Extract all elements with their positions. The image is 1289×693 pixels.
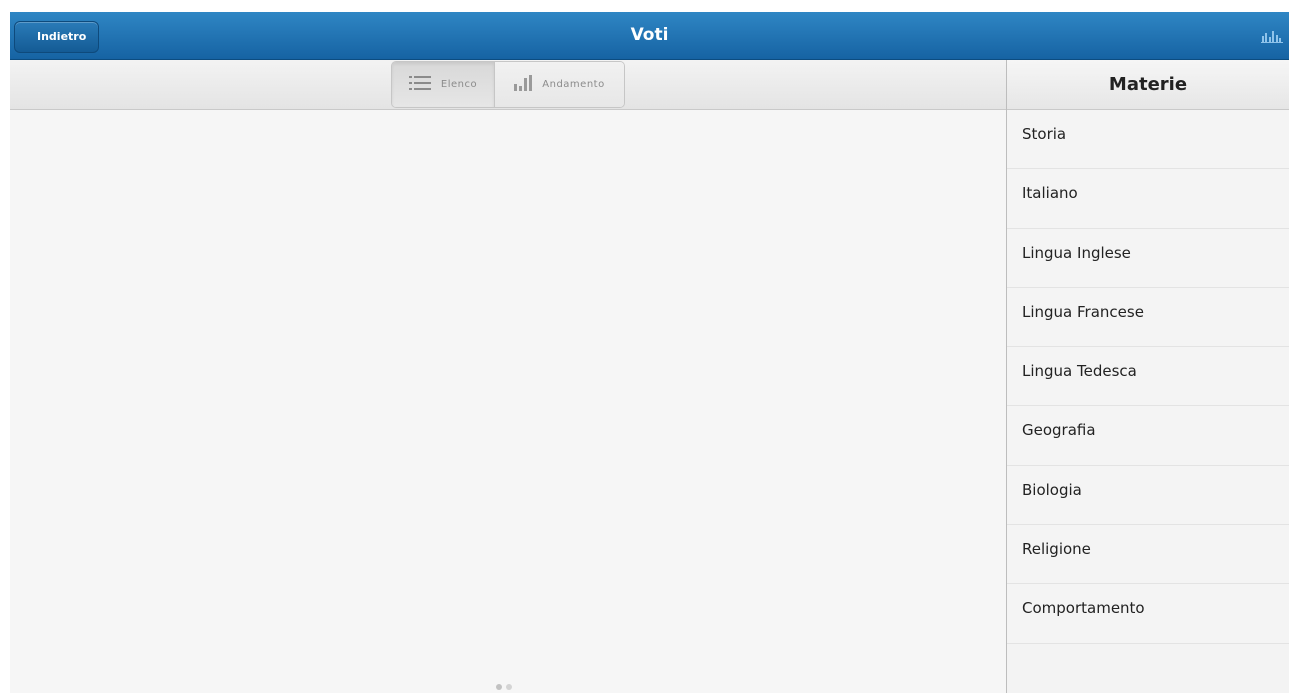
- sidebar-title: Materie: [1007, 60, 1289, 110]
- page-dot[interactable]: [496, 684, 502, 690]
- subject-item-italiano[interactable]: Italiano: [1007, 169, 1289, 229]
- view-toolbar: Elenco Andamento: [10, 60, 1006, 110]
- subject-item-religione[interactable]: Religione: [1007, 525, 1289, 585]
- subject-item-lingua-tedesca[interactable]: Lingua Tedesca: [1007, 347, 1289, 407]
- tab-elenco[interactable]: Elenco: [392, 62, 495, 107]
- main-content: Elenco Andamento: [10, 60, 1006, 693]
- subject-list: Storia Italiano Lingua Inglese Lingua Fr…: [1007, 110, 1289, 644]
- tab-elenco-label: Elenco: [440, 79, 478, 90]
- tab-andamento-label: Andamento: [542, 79, 605, 90]
- bar-chart-icon: [514, 75, 533, 94]
- stats-icon[interactable]: [1261, 28, 1283, 44]
- back-button-label: Indietro: [37, 30, 87, 43]
- page-indicator: [496, 684, 512, 690]
- view-switcher: Elenco Andamento: [391, 61, 625, 108]
- subject-item-lingua-francese[interactable]: Lingua Francese: [1007, 287, 1289, 348]
- app-window: Indietro Voti Elenco Andamento Materie S…: [10, 12, 1289, 693]
- subject-item-storia[interactable]: Storia: [1007, 110, 1289, 170]
- tab-andamento[interactable]: Andamento: [495, 62, 624, 107]
- subject-item-comportamento[interactable]: Comportamento: [1007, 584, 1289, 644]
- subject-item-lingua-inglese[interactable]: Lingua Inglese: [1007, 228, 1289, 288]
- list-icon: [408, 75, 431, 94]
- subject-item-geografia[interactable]: Geografia: [1007, 406, 1289, 466]
- page-title: Voti: [630, 25, 669, 45]
- back-button[interactable]: Indietro: [14, 21, 100, 53]
- subjects-sidebar: Materie Storia Italiano Lingua Inglese L…: [1006, 60, 1289, 693]
- header-bar: Indietro Voti: [10, 12, 1289, 60]
- page-dot[interactable]: [506, 684, 512, 690]
- subject-item-biologia[interactable]: Biologia: [1007, 465, 1289, 526]
